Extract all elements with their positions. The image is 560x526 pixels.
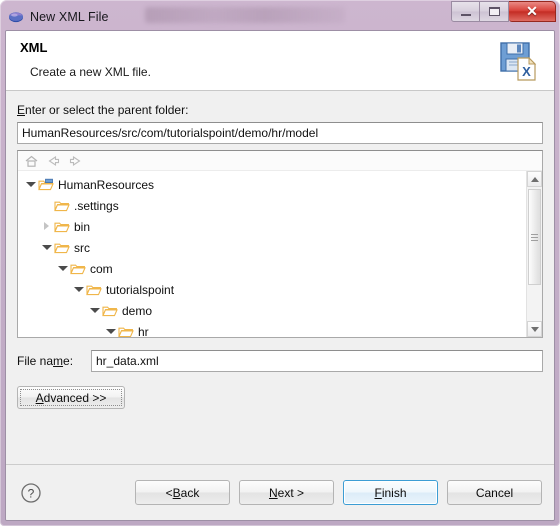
advanced-button[interactable]: Advanced >>: [17, 386, 125, 409]
tree-item-demo[interactable]: demo: [18, 300, 526, 321]
dialog-client-area: XML Create a new XML file. X Enter or se…: [5, 30, 555, 521]
minimize-button[interactable]: [451, 1, 480, 22]
parent-folder-value: HumanResources/src/com/tutorialspoint/de…: [22, 126, 319, 140]
tree-item-hr[interactable]: hr: [18, 321, 526, 337]
folder-icon: [102, 304, 118, 318]
wizard-header: XML Create a new XML file. X: [6, 31, 554, 91]
help-button[interactable]: ?: [20, 482, 42, 504]
button-label: ext >: [277, 485, 305, 500]
blurred-background-text: [145, 7, 345, 23]
folder-icon: [118, 325, 134, 338]
new-xml-file-dialog: New XML File ✕ XML Create a new XML file…: [0, 0, 560, 526]
folder-icon: [54, 241, 70, 255]
collapse-arrow-icon[interactable]: [72, 283, 85, 296]
tree-toolbar: [18, 151, 542, 171]
button-label-prefix: <: [165, 485, 173, 500]
scroll-down-arrow[interactable]: [527, 321, 542, 337]
folder-icon: [54, 199, 70, 213]
tree-item-bin[interactable]: bin: [18, 216, 526, 237]
file-name-label-a: File na: [17, 354, 54, 368]
scrollbar-track[interactable]: [527, 187, 542, 321]
close-icon: ✕: [526, 3, 538, 19]
page-title: XML: [20, 40, 48, 55]
parent-folder-label: Enter or select the parent folder:: [17, 103, 543, 117]
tree-item-label: demo: [122, 303, 153, 318]
tree-item-settings[interactable]: .settings: [18, 195, 526, 216]
file-name-mnemonic: m: [53, 354, 64, 368]
button-mnemonic: N: [268, 485, 278, 500]
tree-rows: HumanResources .settings bin src com tutorial…: [18, 171, 526, 337]
collapse-arrow-icon[interactable]: [40, 241, 53, 254]
advanced-label: dvanced >>: [43, 390, 107, 405]
button-mnemonic: F: [374, 485, 382, 500]
tree-item-com[interactable]: com: [18, 258, 526, 279]
parent-folder-label-text: nter or select the parent folder:: [25, 103, 189, 117]
title-bar[interactable]: New XML File ✕: [5, 1, 556, 30]
parent-folder-input[interactable]: HumanResources/src/com/tutorialspoint/de…: [17, 122, 543, 144]
file-name-label: File name:: [17, 354, 91, 368]
maximize-icon: [488, 7, 500, 16]
tree-item-label: bin: [74, 219, 91, 234]
button-label: inish: [381, 485, 407, 500]
dialog-footer: ? < Back Next > Finish Cancel: [6, 464, 554, 520]
folder-tree-panel: HumanResources .settings bin src com tutorial…: [17, 150, 543, 338]
tree-item-label: .settings: [74, 198, 119, 213]
folder-icon: [54, 220, 70, 234]
project-folder-icon: [38, 178, 54, 192]
collapse-arrow-icon[interactable]: [104, 325, 117, 337]
footer-buttons: < Back Next > Finish Cancel: [135, 480, 542, 505]
parent-folder-mnemonic: E: [17, 103, 26, 117]
maximize-button[interactable]: [480, 1, 509, 22]
tree-item-label: tutorialspoint: [106, 282, 175, 297]
forward-arrow-icon[interactable]: [68, 154, 83, 168]
tree-item-label: com: [90, 261, 113, 276]
collapse-arrow-icon[interactable]: [88, 304, 101, 317]
button-mnemonic: B: [172, 485, 181, 500]
scrollbar-grip-icon: [531, 232, 538, 243]
tree-item-label: HumanResources: [58, 177, 155, 192]
file-name-input[interactable]: hr_data.xml: [91, 350, 543, 372]
button-label: Cancel: [475, 485, 514, 500]
wizard-body: Enter or select the parent folder: Human…: [6, 91, 554, 464]
svg-text:?: ?: [28, 486, 35, 500]
page-description: Create a new XML file.: [30, 65, 151, 79]
cancel-button[interactable]: Cancel: [447, 480, 542, 505]
tree-scroll-area: HumanResources .settings bin src com tutorial…: [18, 171, 542, 337]
tree-item-tutorialspoint[interactable]: tutorialspoint: [18, 279, 526, 300]
button-label: ack: [180, 485, 200, 500]
file-name-value: hr_data.xml: [96, 354, 159, 368]
folder-icon: [70, 262, 86, 276]
home-icon[interactable]: [24, 154, 39, 168]
back-button[interactable]: < Back: [135, 480, 230, 505]
svg-text:X: X: [522, 64, 531, 79]
file-name-row: File name: hr_data.xml: [17, 350, 543, 372]
folder-icon: [86, 283, 102, 297]
scroll-down-icon: [530, 326, 539, 332]
finish-button[interactable]: Finish: [343, 480, 438, 505]
vertical-scrollbar[interactable]: [526, 171, 542, 337]
scroll-up-arrow[interactable]: [527, 171, 542, 187]
scroll-up-icon: [530, 176, 539, 182]
window-title: New XML File: [30, 10, 109, 24]
eclipse-sphere-icon: [8, 9, 24, 25]
collapse-arrow-icon[interactable]: [24, 178, 37, 191]
back-arrow-icon[interactable]: [46, 154, 61, 168]
tree-item-humanresources[interactable]: HumanResources: [18, 174, 526, 195]
expand-arrow-icon[interactable]: [40, 220, 53, 233]
close-button[interactable]: ✕: [509, 1, 556, 22]
xml-file-save-icon: X: [496, 38, 542, 84]
collapse-arrow-icon[interactable]: [56, 262, 69, 275]
tree-item-label: hr: [138, 324, 149, 338]
advanced-mnemonic: A: [35, 390, 44, 405]
file-name-label-b: e:: [63, 354, 74, 368]
advanced-section: Advanced >>: [17, 386, 543, 409]
next-button[interactable]: Next >: [239, 480, 334, 505]
scrollbar-thumb[interactable]: [528, 189, 541, 285]
window-controls: ✕: [451, 1, 556, 23]
tree-item-label: src: [74, 240, 90, 255]
tree-item-src[interactable]: src: [18, 237, 526, 258]
